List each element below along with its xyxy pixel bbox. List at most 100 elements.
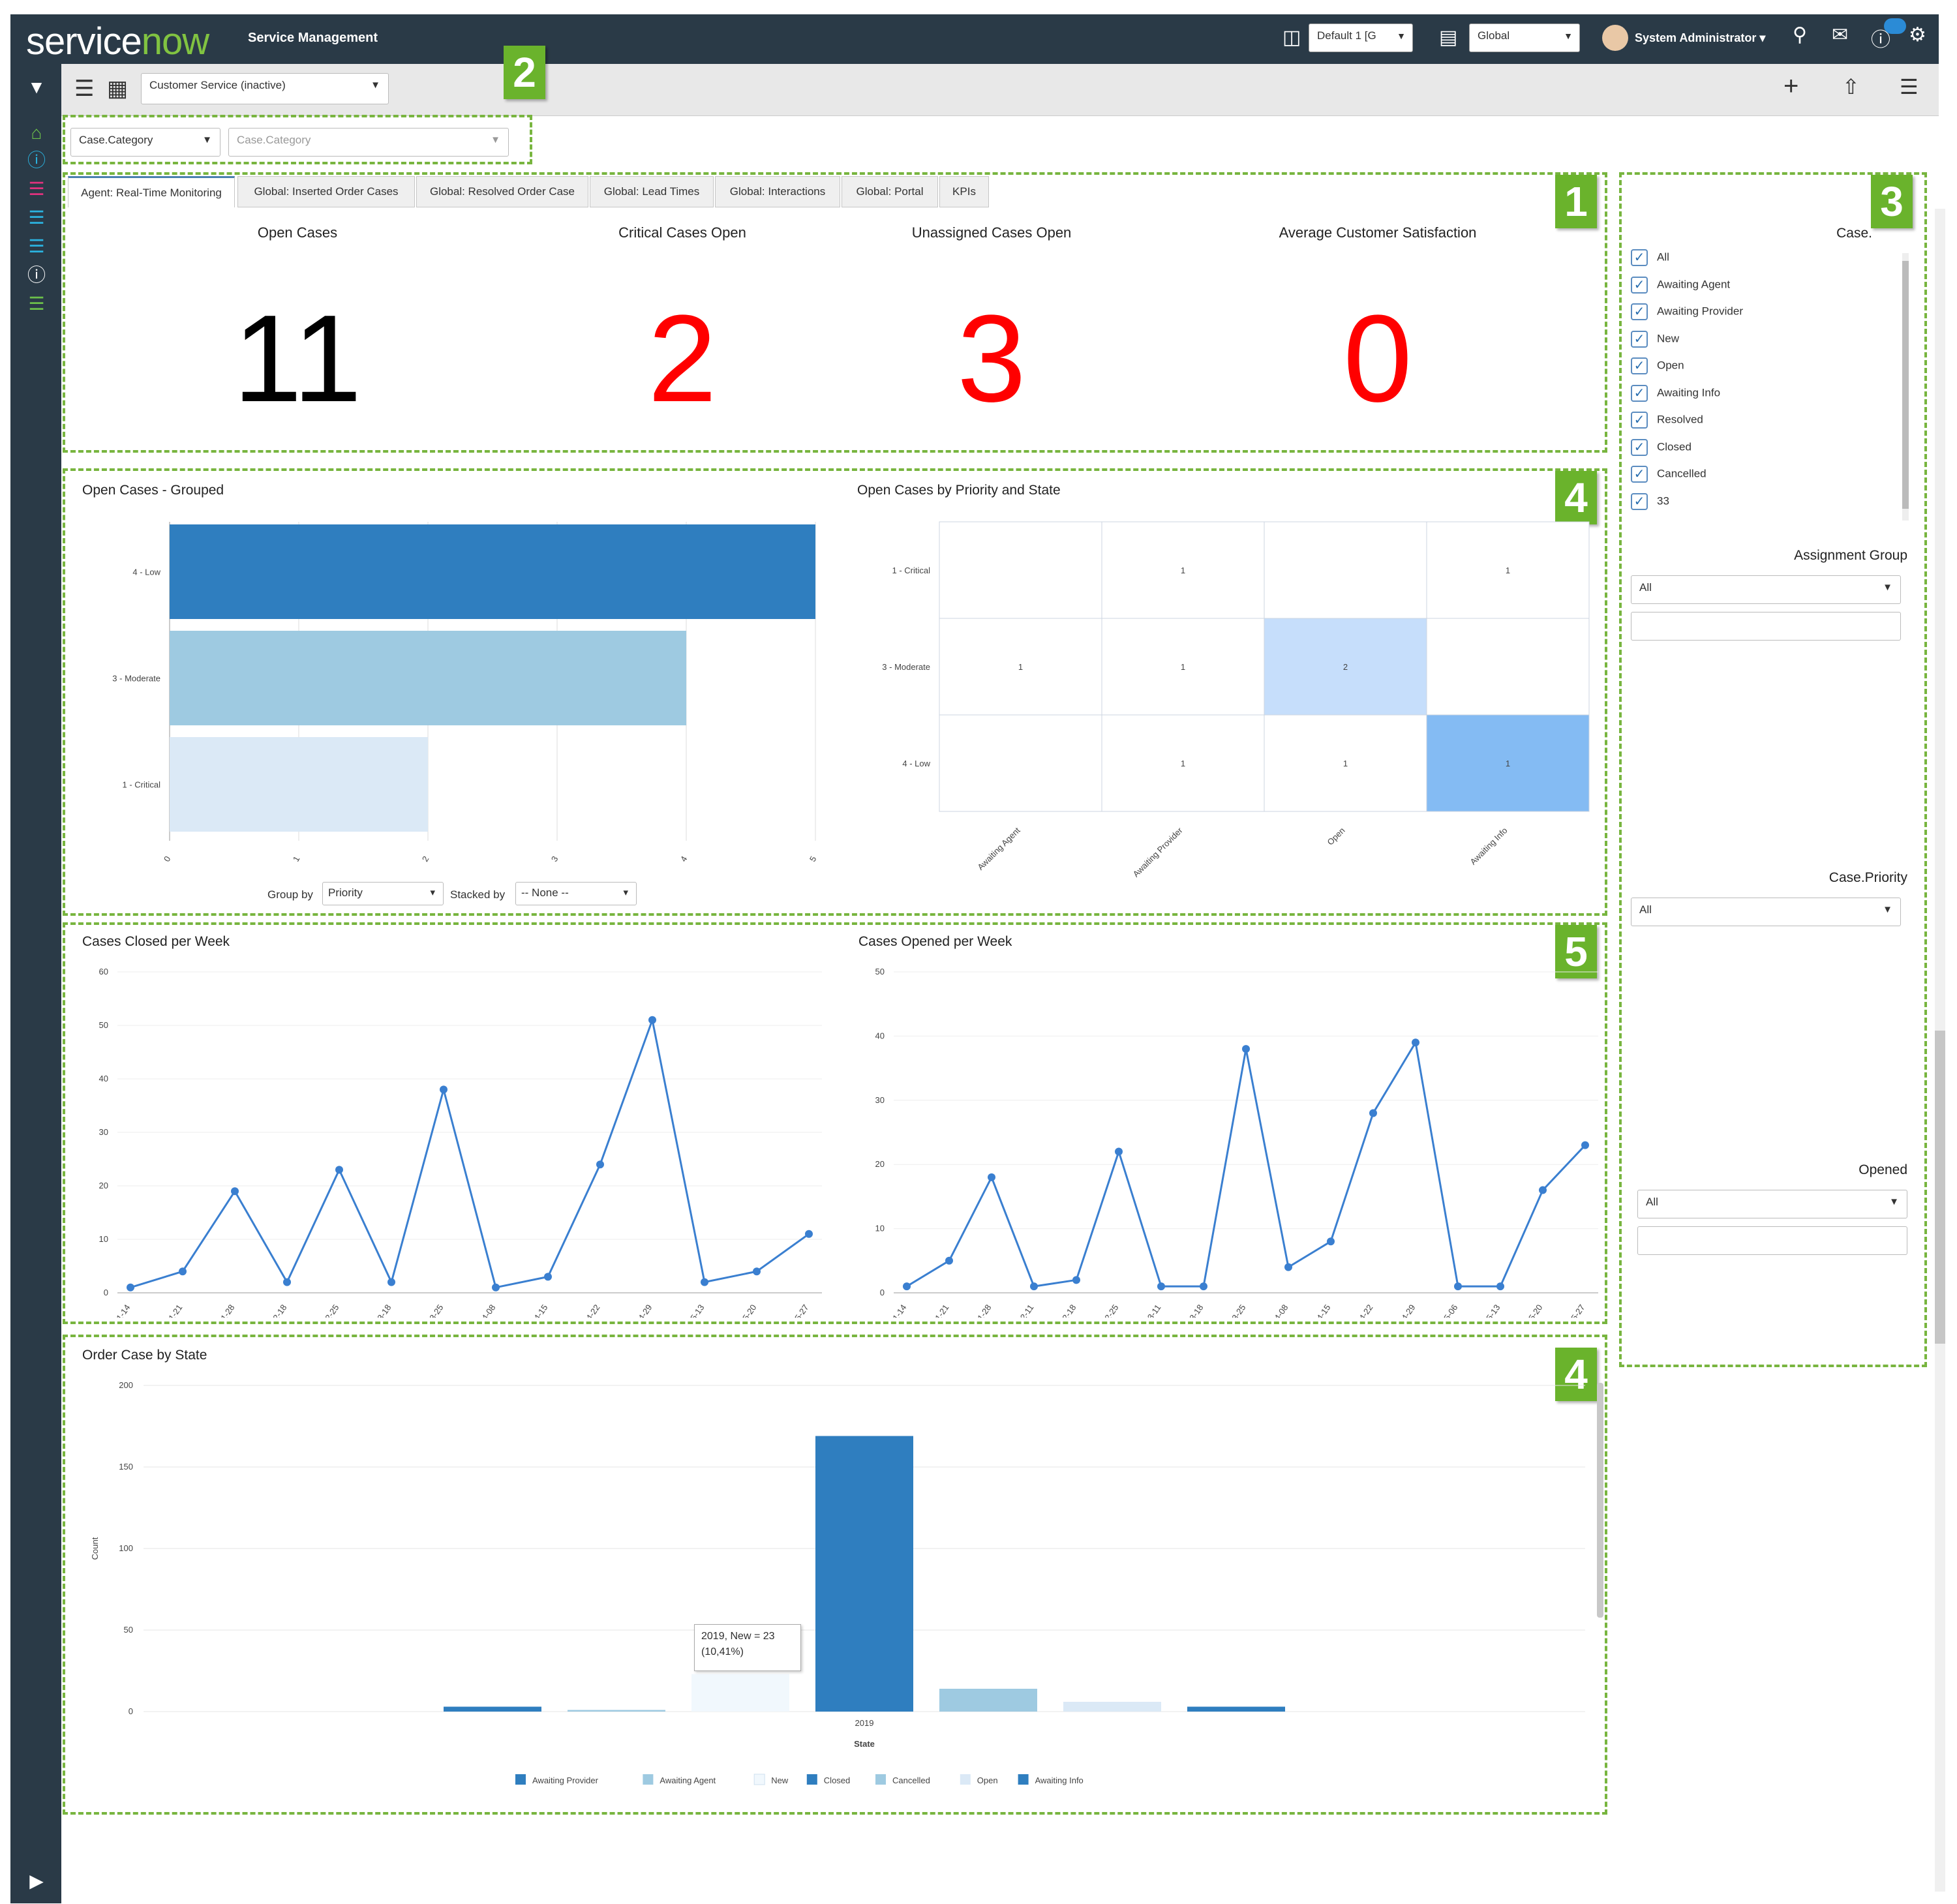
list-icon-2[interactable]: ☰ — [26, 207, 47, 228]
data-point[interactable] — [1412, 1038, 1419, 1047]
assignment-group-input[interactable] — [1631, 612, 1901, 641]
checkbox-checked-icon[interactable]: ✓ — [1631, 276, 1648, 294]
data-point[interactable] — [1539, 1186, 1547, 1194]
user-menu[interactable]: System Administrator ▾ — [1635, 31, 1765, 45]
bar[interactable] — [691, 1674, 789, 1712]
bar[interactable] — [815, 1436, 913, 1712]
legend-label[interactable]: New — [771, 1776, 789, 1785]
state-checkbox-row[interactable]: ✓ Resolved — [1631, 412, 1703, 432]
legend-label[interactable]: Awaiting Provider — [532, 1776, 599, 1785]
bar[interactable] — [170, 737, 428, 832]
legend-label[interactable]: Cancelled — [892, 1776, 930, 1785]
data-point[interactable] — [1200, 1282, 1207, 1291]
data-point[interactable] — [701, 1278, 708, 1286]
data-point[interactable] — [596, 1160, 604, 1169]
state-checkbox-row[interactable]: ✓ 33 — [1631, 492, 1669, 514]
list-icon-1[interactable]: ☰ — [26, 179, 47, 200]
bar[interactable] — [170, 524, 815, 619]
data-point[interactable] — [753, 1267, 761, 1276]
heatmap-cell[interactable] — [1426, 618, 1590, 716]
chart-scrollbar[interactable] — [1597, 1383, 1603, 1618]
state-checkbox-row[interactable]: ✓ Awaiting Agent — [1631, 276, 1730, 297]
user-avatar[interactable] — [1602, 25, 1628, 51]
state-checkbox-row[interactable]: ✓ All — [1631, 249, 1669, 270]
state-list-scroll-track[interactable] — [1902, 253, 1909, 521]
list-icon-4[interactable]: ☰ — [26, 294, 47, 314]
bar[interactable] — [1187, 1706, 1285, 1712]
group-by-select[interactable]: Priority ▾ — [322, 882, 444, 905]
servicenow-logo[interactable]: servicenow — [26, 20, 209, 63]
chat-icon[interactable]: ✉ — [1832, 23, 1848, 46]
state-checkbox-row[interactable]: ✓ Cancelled — [1631, 466, 1707, 487]
info-outline-icon[interactable]: ⓘ — [26, 265, 47, 286]
legend-label[interactable]: Awaiting Info — [1035, 1776, 1084, 1785]
state-checkbox-row[interactable]: ✓ Awaiting Info — [1631, 384, 1720, 406]
data-point[interactable] — [492, 1283, 500, 1292]
scope-icon[interactable]: ▤ — [1439, 26, 1457, 49]
case-category-select[interactable]: Case.Category ▼ — [70, 128, 220, 157]
dashboard-settings-icon[interactable]: ☰ — [1900, 74, 1919, 99]
bar[interactable] — [568, 1710, 665, 1712]
update-set-select[interactable]: Default 1 [G ▼ — [1309, 23, 1413, 52]
data-point[interactable] — [179, 1267, 187, 1276]
checkbox-checked-icon[interactable]: ✓ — [1631, 466, 1648, 483]
state-checkbox-row[interactable]: ✓ Closed — [1631, 438, 1692, 460]
home-icon[interactable]: ⌂ — [26, 123, 47, 144]
case-category-input[interactable]: Case.Category ▼ — [228, 128, 509, 157]
data-point[interactable] — [1030, 1282, 1038, 1291]
state-checkbox-row[interactable]: ✓ New — [1631, 330, 1679, 352]
legend-label[interactable]: Open — [977, 1776, 998, 1785]
checkbox-checked-icon[interactable]: ✓ — [1631, 303, 1648, 320]
dashboard-select[interactable]: Customer Service (inactive) ▼ — [141, 73, 389, 104]
data-point[interactable] — [440, 1085, 448, 1094]
kpi-value-1[interactable]: 2 — [552, 297, 813, 421]
data-point[interactable] — [1115, 1147, 1123, 1156]
data-point[interactable] — [903, 1282, 911, 1291]
play-icon[interactable]: ▶ — [26, 1871, 47, 1892]
state-checkbox-row[interactable]: ✓ Awaiting Provider — [1631, 303, 1743, 324]
heatmap-cell[interactable] — [939, 521, 1102, 619]
data-point[interactable] — [1284, 1263, 1292, 1271]
state-list-scroll-thumb[interactable] — [1902, 261, 1909, 509]
opened-input[interactable] — [1637, 1226, 1907, 1255]
page-scroll-track[interactable] — [1935, 209, 1945, 1892]
update-set-icon[interactable]: ◫ — [1282, 26, 1301, 49]
data-point[interactable] — [283, 1278, 291, 1286]
data-point[interactable] — [544, 1273, 552, 1281]
checkbox-checked-icon[interactable]: ✓ — [1631, 492, 1648, 510]
checkbox-checked-icon[interactable]: ✓ — [1631, 357, 1648, 374]
page-scroll-thumb[interactable] — [1935, 1031, 1945, 1344]
kpi-value-0[interactable]: 11 — [167, 297, 428, 421]
case-priority-select[interactable]: All ▼ — [1631, 898, 1901, 926]
data-point[interactable] — [648, 1016, 656, 1024]
info-icon[interactable]: ⓘ — [26, 150, 47, 171]
bar[interactable] — [939, 1689, 1037, 1712]
stacked-by-select[interactable]: -- None -- ▾ — [515, 882, 637, 905]
kpi-value-2[interactable]: 3 — [861, 297, 1122, 421]
checkbox-checked-icon[interactable]: ✓ — [1631, 384, 1648, 402]
bar[interactable] — [444, 1706, 541, 1712]
data-point[interactable] — [988, 1173, 995, 1181]
data-point[interactable] — [1327, 1237, 1335, 1246]
add-icon[interactable]: + — [1783, 72, 1798, 101]
data-point[interactable] — [231, 1187, 239, 1196]
hamburger-menu-icon[interactable]: ☰ — [74, 76, 94, 102]
data-point[interactable] — [1369, 1109, 1377, 1117]
data-point[interactable] — [1496, 1282, 1504, 1291]
data-point[interactable] — [1157, 1282, 1165, 1291]
scope-select[interactable]: Global ▼ — [1469, 23, 1580, 52]
opened-select[interactable]: All ▼ — [1637, 1190, 1907, 1218]
data-point[interactable] — [127, 1283, 134, 1292]
data-point[interactable] — [805, 1230, 813, 1238]
checkbox-checked-icon[interactable]: ✓ — [1631, 438, 1648, 456]
search-icon[interactable]: ⚲ — [1793, 23, 1807, 46]
data-point[interactable] — [335, 1166, 343, 1174]
data-point[interactable] — [1454, 1282, 1462, 1291]
data-point[interactable] — [387, 1278, 395, 1286]
assignment-group-select[interactable]: All ▼ — [1631, 575, 1901, 604]
list-icon-3[interactable]: ☰ — [26, 236, 47, 257]
checkbox-checked-icon[interactable]: ✓ — [1631, 412, 1648, 429]
legend-label[interactable]: Awaiting Agent — [660, 1776, 716, 1785]
checkbox-checked-icon[interactable]: ✓ — [1631, 249, 1648, 266]
heatmap-cell[interactable] — [939, 714, 1102, 812]
